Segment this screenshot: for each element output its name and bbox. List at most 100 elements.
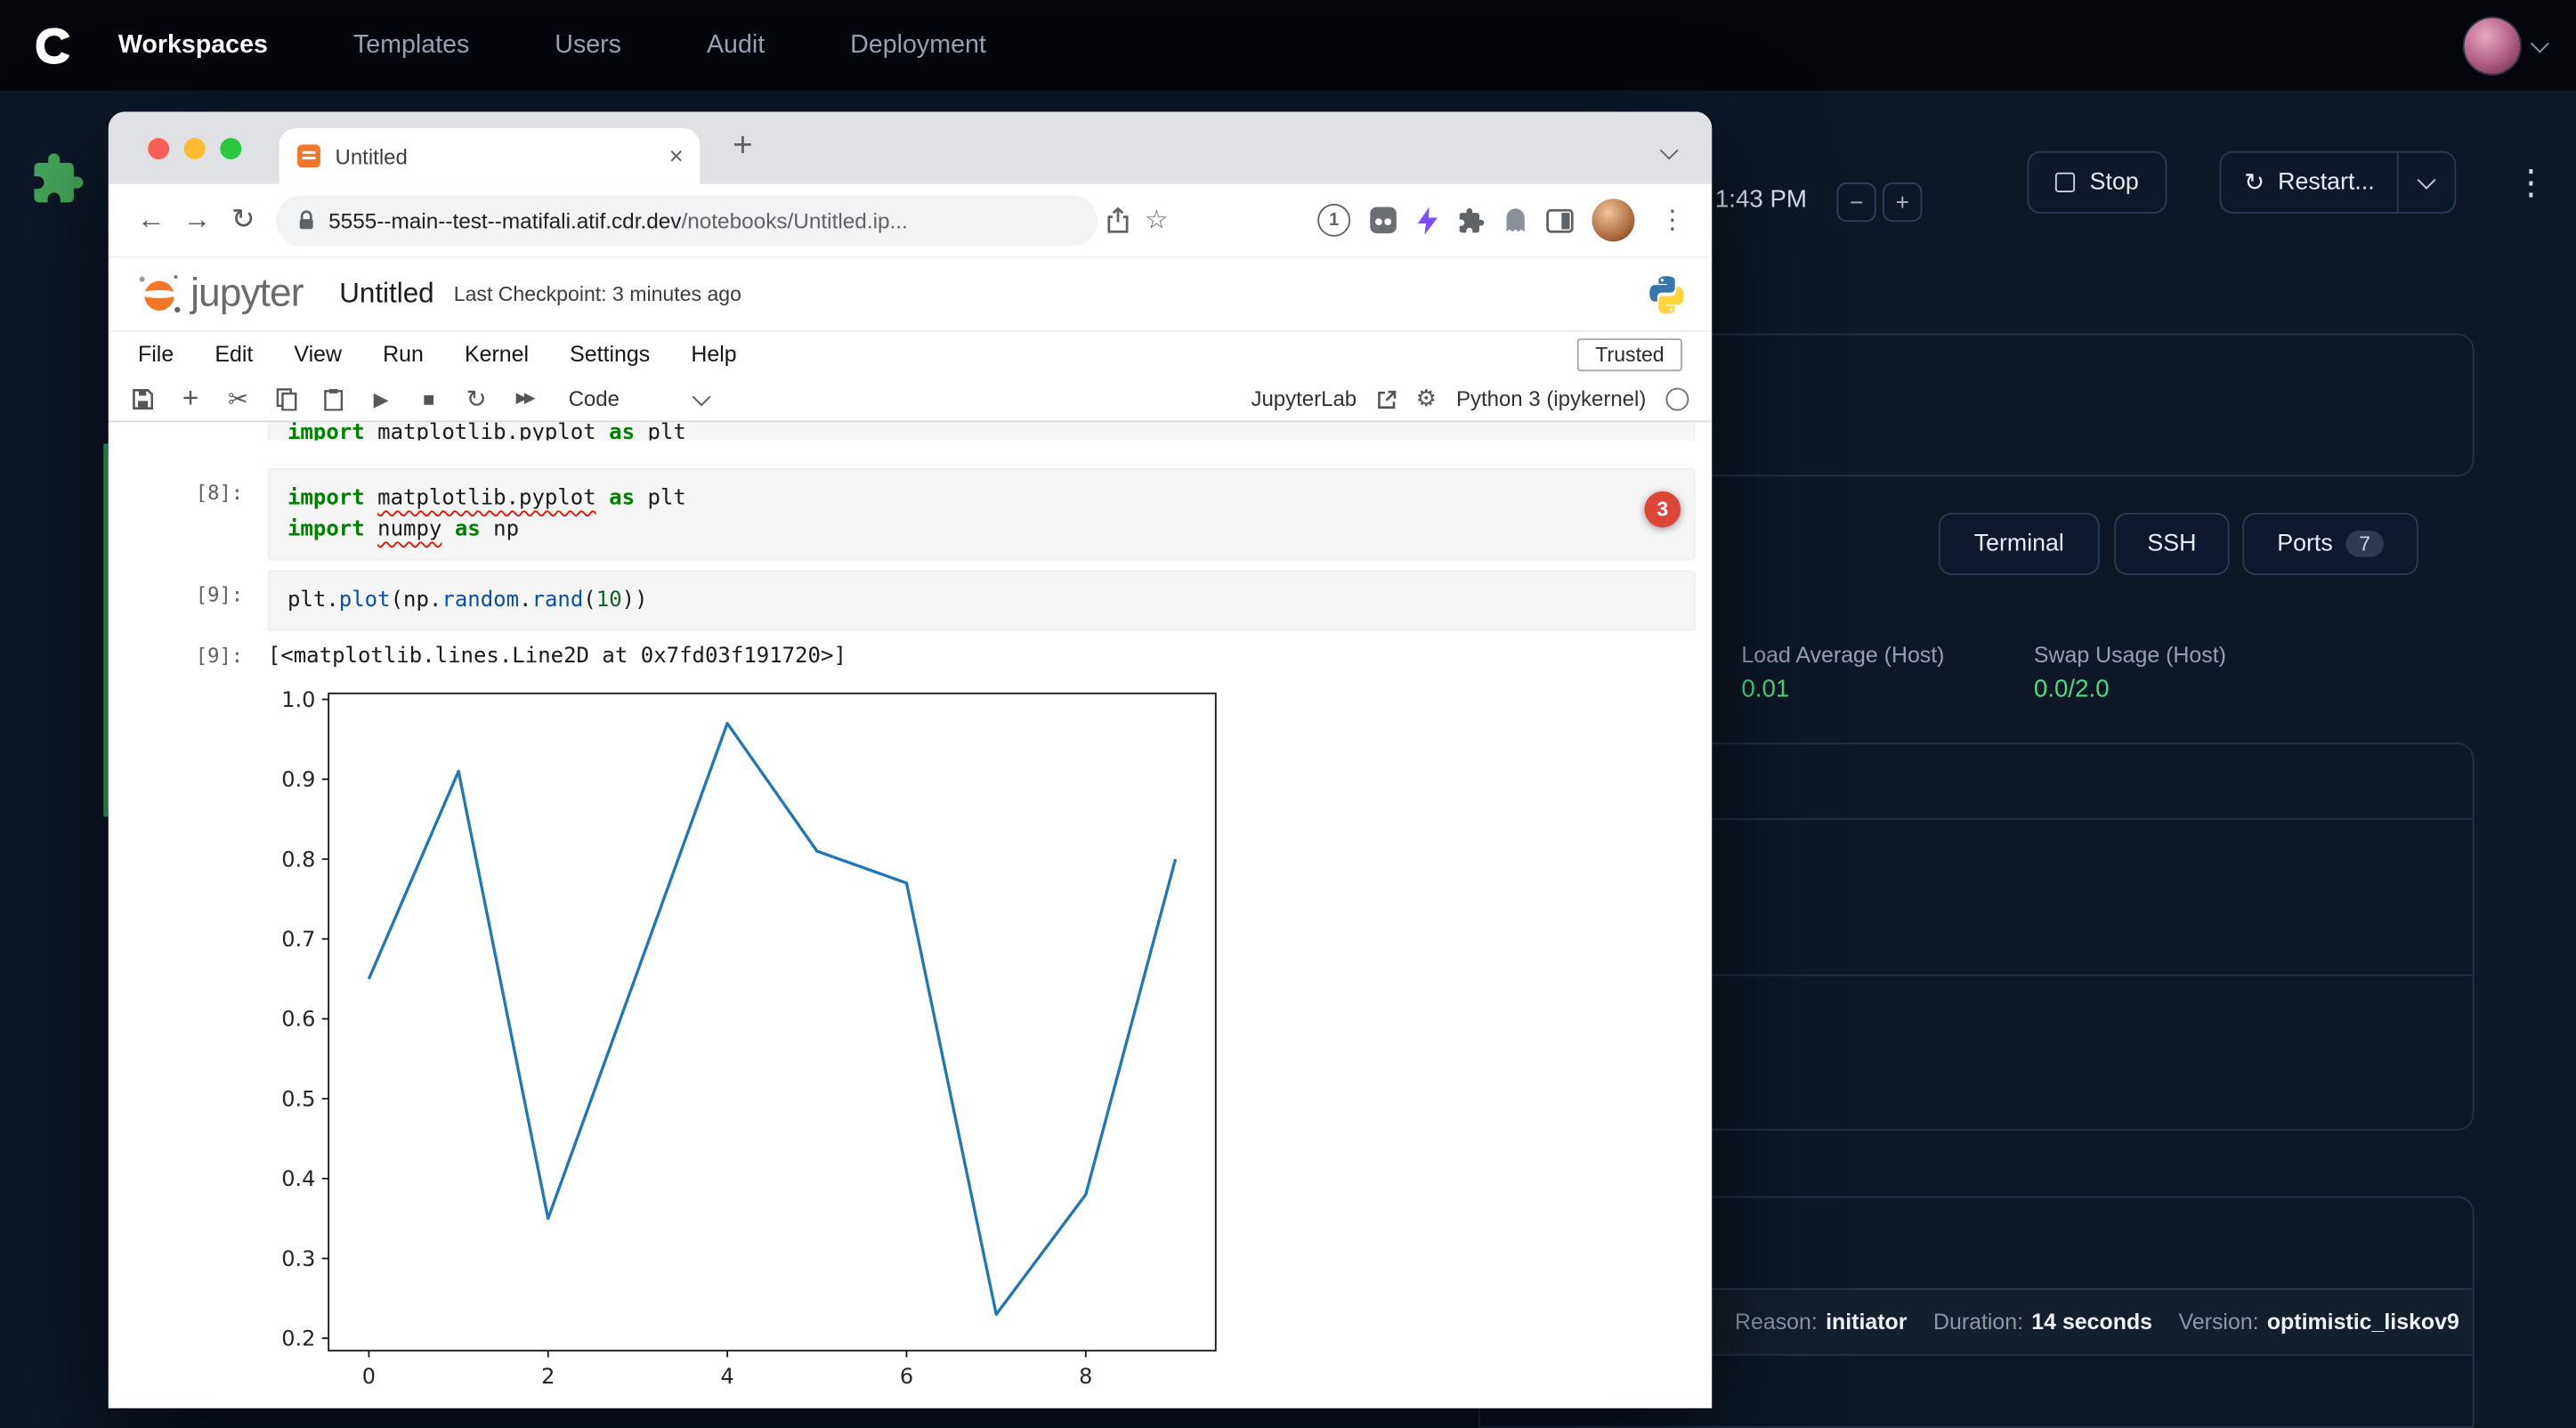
duration-value: 14 seconds: [2031, 1309, 2152, 1334]
new-tab-button[interactable]: +: [733, 126, 753, 166]
browser-tab-strip: Untitled × +: [109, 112, 1712, 184]
nav-item-workspaces[interactable]: Workspaces: [118, 30, 268, 60]
menu-view[interactable]: View: [294, 342, 342, 367]
toolbar-right-group: JupyterLab ⚙ Python 3 (ipykernel): [1251, 385, 1689, 412]
browser-tab[interactable]: Untitled ×: [279, 128, 700, 184]
output-cell-9: [9]: [<matplotlib.lines.Line2D at 0x7fd0…: [109, 641, 1712, 669]
ssh-button[interactable]: SSH: [2114, 513, 2229, 575]
browser-profile-avatar[interactable]: [1592, 199, 1634, 241]
workspace-kebab-menu[interactable]: ⋮: [2514, 163, 2548, 204]
menu-file[interactable]: File: [138, 342, 174, 367]
kernel-name[interactable]: Python 3 (ipykernel): [1456, 386, 1646, 411]
nav-item-deployment[interactable]: Deployment: [850, 30, 986, 60]
run-cell-icon[interactable]: ▶: [369, 387, 393, 410]
stop-workspace-button[interactable]: Stop: [2028, 151, 2167, 214]
matplotlib-figure: 0.20.30.40.50.60.70.80.91.002468: [268, 677, 1253, 1400]
svg-text:0.7: 0.7: [281, 927, 315, 952]
python-logo: [1645, 272, 1689, 316]
back-icon[interactable]: ←: [128, 197, 174, 243]
copy-icon[interactable]: [274, 387, 297, 410]
svg-text:0: 0: [362, 1364, 376, 1389]
tampermonkey-icon[interactable]: [1368, 206, 1397, 235]
window-zoom-button[interactable]: [220, 138, 241, 159]
lightning-icon[interactable]: [1416, 207, 1439, 234]
notebook-scroll-area[interactable]: import matplotlib.pyplot as plt [8]: imp…: [109, 422, 1712, 1408]
svg-text:0.8: 0.8: [281, 847, 315, 872]
stop-label: Stop: [2090, 169, 2139, 196]
restart-options-chevron[interactable]: [2399, 175, 2455, 189]
zoom-out-button[interactable]: −: [1836, 183, 1875, 222]
ports-button[interactable]: Ports 7: [2242, 513, 2418, 575]
onepassword-icon[interactable]: 1: [1317, 204, 1350, 237]
menu-run[interactable]: Run: [383, 342, 424, 367]
menu-kernel[interactable]: Kernel: [465, 342, 529, 367]
workspace-time: 1:43 PM: [1715, 186, 1807, 214]
forward-icon[interactable]: →: [174, 197, 221, 243]
nav-item-templates[interactable]: Templates: [353, 30, 469, 60]
grammar-error-badge[interactable]: 3: [1645, 491, 1681, 528]
svg-text:6: 6: [900, 1364, 913, 1389]
open-jupyterlab-link[interactable]: JupyterLab: [1251, 386, 1357, 411]
zoom-in-button[interactable]: +: [1883, 183, 1922, 222]
padlock-icon[interactable]: [297, 208, 315, 231]
paste-icon[interactable]: [322, 387, 345, 410]
window-minimize-button[interactable]: [184, 138, 206, 159]
svg-text:1.0: 1.0: [281, 687, 315, 712]
user-menu-chevron-icon[interactable]: [2533, 30, 2547, 60]
browser-kebab-menu[interactable]: ⋮: [1653, 200, 1692, 239]
code-cell-9: [9]: plt.plot(np.random.rand(10)): [109, 570, 1712, 630]
code-editor[interactable]: import matplotlib.pyplot as plt import n…: [268, 468, 1696, 560]
nav-item-users[interactable]: Users: [555, 30, 621, 60]
notebook-title[interactable]: Untitled: [339, 278, 433, 311]
restart-kernel-icon[interactable]: ↻: [465, 384, 488, 413]
jupyter-wordmark: jupyter: [190, 272, 304, 318]
clipped-code: import matplotlib.pyplot as plt: [268, 422, 1696, 440]
cut-icon[interactable]: ✂: [227, 384, 250, 413]
bookmark-star-icon[interactable]: ☆: [1137, 200, 1176, 239]
svg-text:0.6: 0.6: [281, 1007, 315, 1032]
save-icon[interactable]: [132, 387, 155, 410]
split-screen-icon[interactable]: [1546, 207, 1574, 232]
extension-puzzle-icon: [29, 151, 85, 207]
reload-icon[interactable]: ↻: [220, 197, 266, 243]
svg-text:0.4: 0.4: [281, 1166, 315, 1191]
svg-text:4: 4: [720, 1364, 733, 1389]
restart-run-all-icon[interactable]: ▶▶: [513, 389, 536, 407]
tab-close-icon[interactable]: ×: [669, 142, 684, 170]
restart-label: Restart...: [2278, 169, 2375, 196]
menu-settings[interactable]: Settings: [570, 342, 650, 367]
user-avatar[interactable]: [2464, 17, 2520, 73]
input-prompt: [8]:: [109, 468, 268, 505]
code-editor[interactable]: plt.plot(np.random.rand(10)): [268, 570, 1696, 630]
settings-gear-icon[interactable]: ⚙: [1416, 385, 1437, 412]
load-average-label: Load Average (Host): [1741, 643, 1944, 668]
trusted-button[interactable]: Trusted: [1577, 337, 1682, 370]
cell-type-dropdown[interactable]: Code: [569, 386, 709, 411]
add-cell-icon[interactable]: +: [179, 382, 202, 415]
restart-icon: ↻: [2244, 167, 2264, 197]
restart-workspace-button[interactable]: ↻ Restart...: [2221, 167, 2397, 197]
tab-search-chevron-icon[interactable]: [1663, 138, 1676, 167]
share-icon[interactable]: [1098, 200, 1137, 239]
terminal-button[interactable]: Terminal: [1939, 513, 2100, 575]
svg-text:0.9: 0.9: [281, 767, 315, 792]
interrupt-kernel-icon[interactable]: ■: [417, 387, 441, 410]
menu-help[interactable]: Help: [691, 342, 736, 367]
external-link-icon[interactable]: [1376, 388, 1396, 408]
jupyter-menubar: File Edit View Run Kernel Settings Help …: [109, 332, 1712, 377]
ports-count-badge: 7: [2345, 531, 2383, 557]
address-bar[interactable]: 5555--main--test--matifali.atif.cdr.dev/…: [276, 195, 1098, 246]
browser-toolbar: ← → ↻ 5555--main--test--matifali.atif.cd…: [109, 184, 1712, 258]
load-average-value: 0.01: [1741, 676, 1789, 703]
window-close-button[interactable]: [148, 138, 169, 159]
reason-value: initiator: [1826, 1309, 1907, 1334]
ghost-icon[interactable]: [1503, 207, 1528, 234]
coder-top-nav: Workspaces Templates Users Audit Deploym…: [0, 0, 2576, 91]
swap-usage-label: Swap Usage (Host): [2034, 643, 2226, 668]
notebook-favicon-icon: [296, 143, 322, 170]
nav-item-audit[interactable]: Audit: [707, 30, 765, 60]
extensions-puzzle-icon[interactable]: [1457, 207, 1485, 234]
menu-edit[interactable]: Edit: [215, 342, 253, 367]
coder-logo[interactable]: [29, 24, 78, 67]
swap-usage-value: 0.0/2.0: [2034, 676, 2110, 703]
